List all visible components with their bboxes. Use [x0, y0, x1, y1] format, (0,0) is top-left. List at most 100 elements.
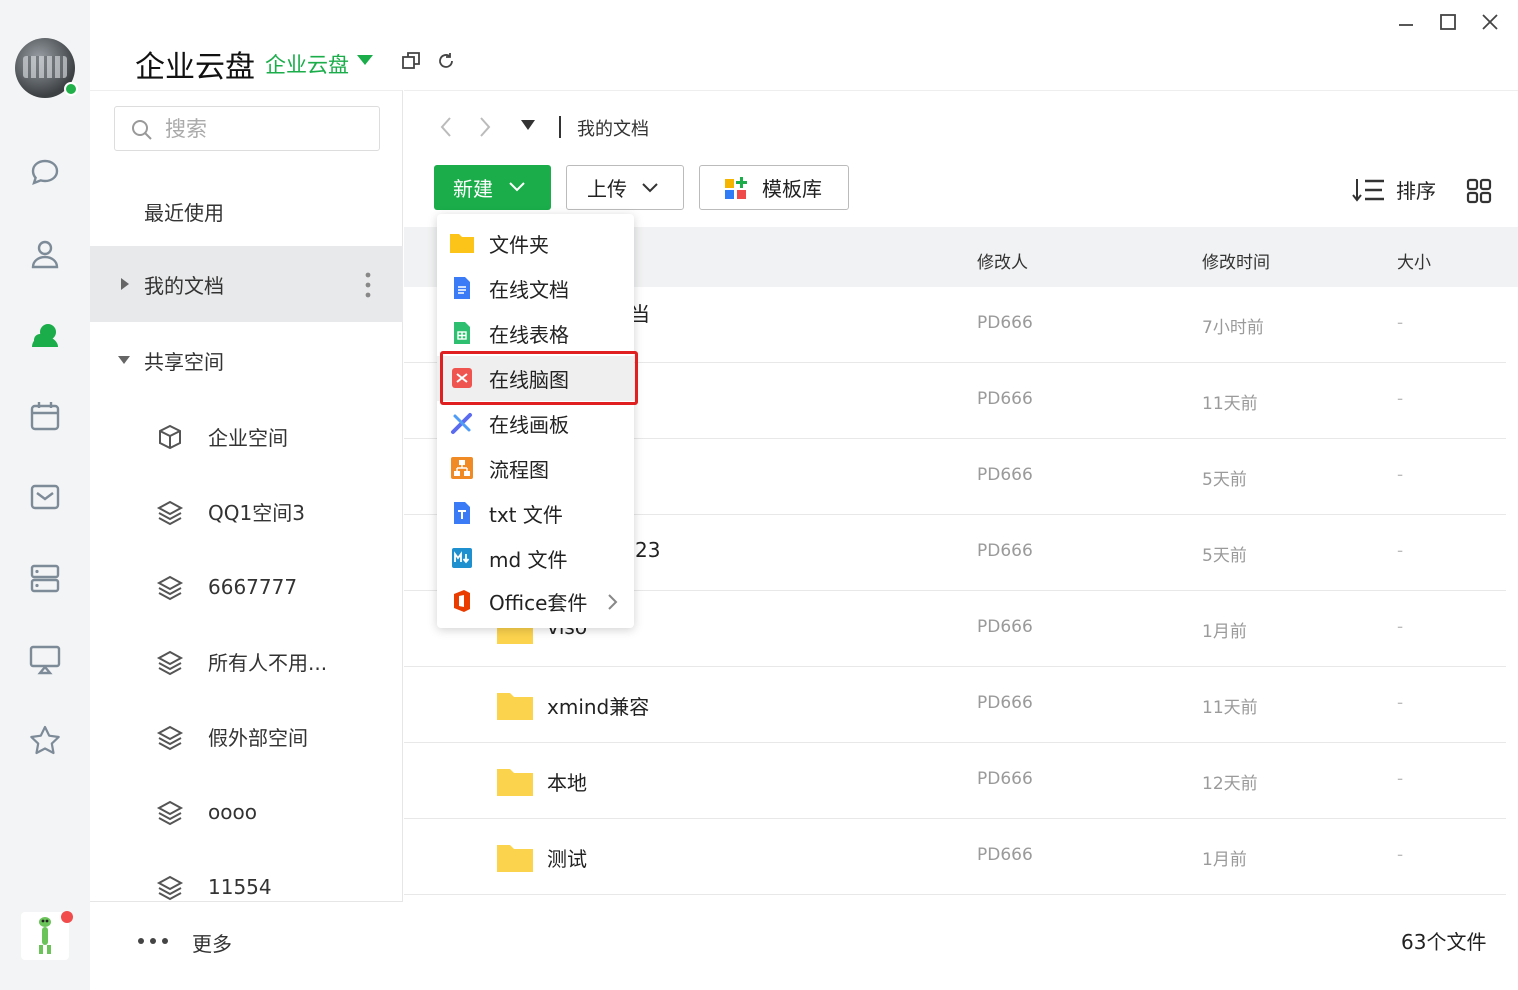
- popout-icon[interactable]: [400, 50, 422, 72]
- space-item[interactable]: QQ1空间3: [90, 474, 403, 549]
- modifier: PD666: [977, 389, 1033, 409]
- new-button[interactable]: 新建: [434, 165, 551, 210]
- menu-item-mindmap[interactable]: 在线脑图: [437, 356, 634, 401]
- template-button-label: 模板库: [762, 177, 822, 201]
- back-arrow-icon[interactable]: [438, 115, 454, 139]
- mindmap-icon: [452, 368, 472, 388]
- mail-icon[interactable]: [25, 477, 65, 517]
- cloud-disk-icon[interactable]: [25, 316, 65, 356]
- txt-file-icon: [454, 502, 470, 524]
- space-item[interactable]: 所有人不用...: [90, 624, 403, 699]
- menu-item-md-file[interactable]: md 文件: [437, 536, 634, 581]
- menu-item-office[interactable]: Office套件: [437, 579, 634, 624]
- caret-right-icon[interactable]: [121, 278, 129, 290]
- modified-time: 11天前: [1202, 394, 1258, 414]
- layers-icon: [156, 650, 184, 676]
- folder-icon: [497, 693, 533, 720]
- online-status-dot: [64, 82, 78, 96]
- modifier: PD666: [977, 313, 1033, 333]
- sidebar-item-label: 我的文档: [144, 273, 224, 298]
- layers-icon: [156, 575, 184, 601]
- close-icon[interactable]: [1478, 10, 1502, 34]
- refresh-icon[interactable]: [435, 50, 457, 72]
- star-icon[interactable]: [25, 721, 65, 761]
- minimize-icon[interactable]: [1394, 10, 1418, 34]
- search-icon: [132, 120, 152, 140]
- table-row[interactable]: 本地 PD666 12天前 -: [404, 743, 1506, 819]
- more-vertical-icon[interactable]: [365, 272, 371, 303]
- sort-button[interactable]: 排序: [1352, 175, 1436, 204]
- column-header-modifier[interactable]: 修改人: [977, 248, 1028, 273]
- file-size: -: [1397, 845, 1404, 865]
- menu-item-label: 流程图: [489, 458, 549, 482]
- upload-button-label: 上传: [587, 177, 627, 201]
- search-input[interactable]: [165, 113, 365, 145]
- contacts-icon[interactable]: [25, 234, 65, 274]
- layers-icon: [156, 875, 184, 901]
- sidebar-item-recent[interactable]: 最近使用: [90, 173, 403, 249]
- space-label: oooo: [208, 799, 257, 824]
- menu-item-label: txt 文件: [489, 503, 563, 527]
- search-box[interactable]: [114, 106, 380, 151]
- modified-time: 12天前: [1202, 774, 1258, 794]
- space-label: 6667777: [208, 574, 298, 599]
- space-label: 11554: [208, 874, 272, 899]
- column-header-time[interactable]: 修改时间: [1202, 248, 1270, 273]
- file-name: 测试: [547, 847, 587, 871]
- office-icon: [454, 590, 470, 612]
- more-horizontal-icon: [138, 938, 168, 944]
- modifier: PD666: [977, 769, 1033, 789]
- forward-arrow-icon[interactable]: [477, 115, 493, 139]
- breadcrumb[interactable]: 我的文档: [577, 115, 649, 141]
- sort-icon: [1352, 178, 1384, 202]
- apps-icon[interactable]: [25, 558, 65, 598]
- menu-item-online-sheet[interactable]: 在线表格: [437, 311, 634, 356]
- table-row[interactable]: 测试 PD666 1月前 -: [404, 819, 1506, 895]
- flowchart-icon: [451, 457, 473, 479]
- menu-item-label: 在线画板: [489, 413, 569, 437]
- column-header-size[interactable]: 大小: [1397, 248, 1431, 273]
- whiteboard-icon: [451, 413, 472, 434]
- more-label: 更多: [192, 932, 232, 956]
- sidebar-item-shared[interactable]: 共享空间: [90, 322, 403, 398]
- folder-icon: [497, 769, 533, 796]
- menu-item-txt-file[interactable]: txt 文件: [437, 491, 634, 536]
- app-title: 企业云盘: [135, 50, 255, 85]
- sidebar-item-my-docs[interactable]: 我的文档: [90, 246, 403, 322]
- space-item[interactable]: 6667777: [90, 549, 403, 624]
- template-library-button[interactable]: 模板库: [699, 165, 849, 210]
- chat-icon[interactable]: [25, 152, 65, 192]
- layers-icon: [156, 800, 184, 826]
- notification-dot: [61, 911, 73, 923]
- calendar-icon[interactable]: [25, 396, 65, 436]
- modified-time: 5天前: [1202, 470, 1247, 490]
- more-button[interactable]: 更多: [90, 901, 403, 976]
- chevron-down-icon: [509, 182, 525, 192]
- modified-time: 7小时前: [1202, 318, 1264, 338]
- menu-item-whiteboard[interactable]: 在线画板: [437, 401, 634, 446]
- menu-item-folder[interactable]: 文件夹: [437, 221, 634, 266]
- online-doc-icon: [454, 277, 470, 299]
- modified-time: 1月前: [1202, 850, 1247, 870]
- template-icon: [725, 177, 747, 199]
- folder-icon: [450, 234, 474, 253]
- menu-item-flowchart[interactable]: 流程图: [437, 446, 634, 491]
- sidebar-item-label: 共享空间: [144, 349, 224, 374]
- space-item[interactable]: 企业空间: [90, 399, 403, 474]
- grid-view-icon[interactable]: [1466, 178, 1492, 204]
- caret-down-icon[interactable]: [357, 55, 373, 65]
- workspace-switcher[interactable]: 企业云盘: [265, 49, 349, 79]
- upload-button[interactable]: 上传: [566, 165, 684, 210]
- space-item[interactable]: 假外部空间: [90, 699, 403, 774]
- history-dropdown-icon[interactable]: [521, 120, 535, 130]
- new-button-label: 新建: [453, 177, 493, 201]
- screen-share-icon[interactable]: [25, 639, 65, 679]
- space-item[interactable]: oooo: [90, 774, 403, 849]
- file-size: -: [1397, 465, 1404, 485]
- caret-down-icon[interactable]: [118, 356, 130, 364]
- file-size: -: [1397, 389, 1404, 409]
- table-row[interactable]: xmind兼容 PD666 11天前 -: [404, 667, 1506, 743]
- maximize-icon[interactable]: [1436, 10, 1460, 34]
- menu-item-online-doc[interactable]: 在线文档: [437, 266, 634, 311]
- left-rail: [0, 0, 90, 990]
